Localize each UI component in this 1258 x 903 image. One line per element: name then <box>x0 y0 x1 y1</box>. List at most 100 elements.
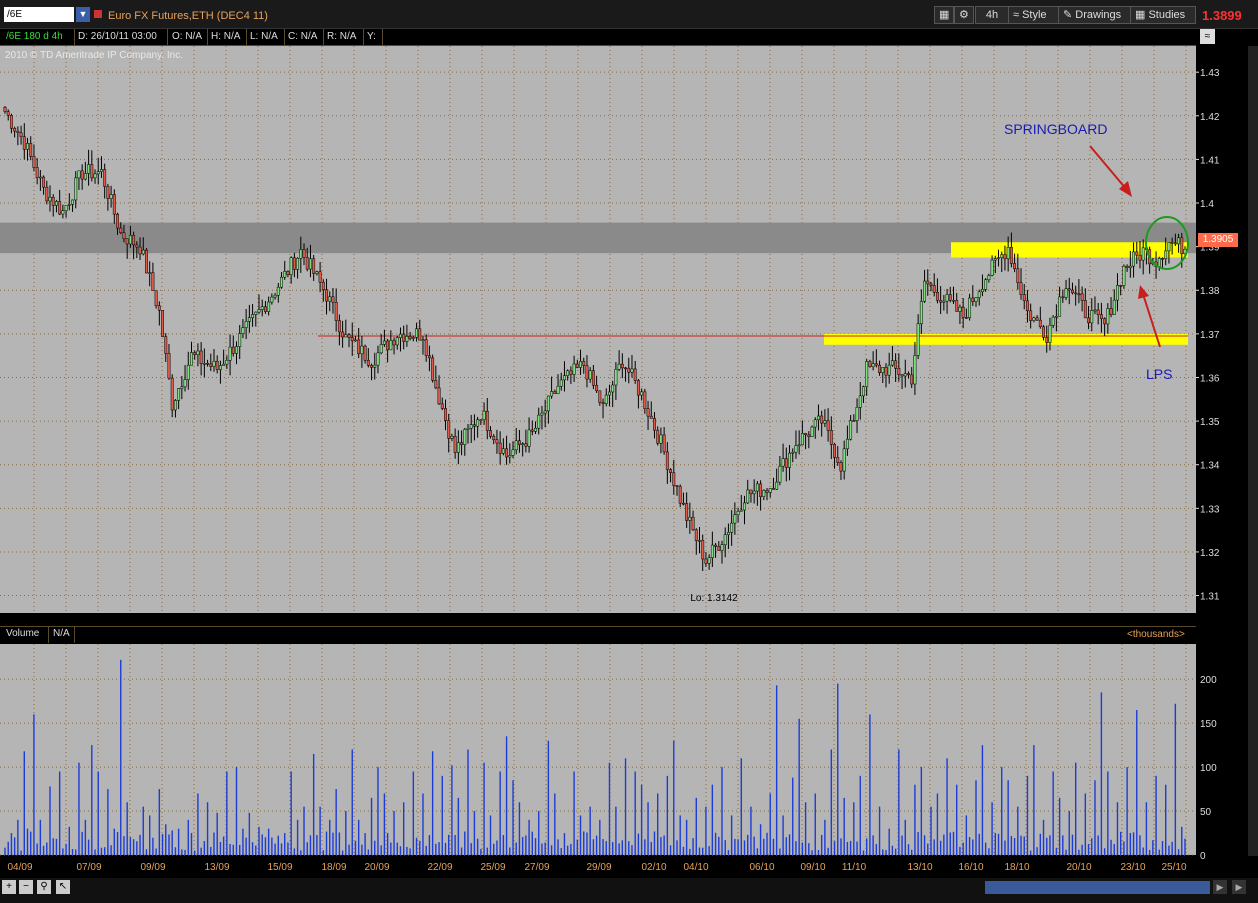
zoom-out-icon[interactable]: − <box>19 880 33 894</box>
candle-up <box>572 363 576 375</box>
candle-up <box>736 511 740 515</box>
candle-down <box>1009 247 1013 264</box>
candle-up <box>202 363 206 365</box>
candle-down <box>971 297 975 302</box>
candle-up <box>746 489 750 504</box>
candle-down <box>337 320 341 333</box>
candle-down <box>58 201 62 215</box>
time-tick-label: 16/10 <box>958 862 983 873</box>
candle-up <box>354 339 357 342</box>
candle-down <box>836 457 840 463</box>
candle-up <box>775 481 779 490</box>
candle-down <box>591 370 595 386</box>
candle-down <box>437 387 441 405</box>
candle-up <box>800 433 804 446</box>
candle-up <box>38 176 42 179</box>
candle-down <box>431 357 435 381</box>
candle-up <box>257 309 261 313</box>
candle-down <box>643 391 647 409</box>
candle-up <box>604 394 608 404</box>
candle-up <box>537 414 541 429</box>
candle-up <box>67 204 71 206</box>
candle-down <box>231 346 235 354</box>
candle-down <box>90 164 94 179</box>
candle-up <box>733 514 737 524</box>
candle-down <box>929 283 933 286</box>
candle-up <box>482 410 486 420</box>
candle-up <box>913 355 917 385</box>
candle-down <box>199 350 203 364</box>
candle-up <box>1128 265 1132 269</box>
candle-down <box>472 424 476 427</box>
candle-up <box>450 435 454 439</box>
candle-up <box>1090 310 1094 324</box>
scroll-right-icon[interactable]: ▶ <box>1213 880 1227 894</box>
candle-up <box>254 311 258 315</box>
candle-up <box>48 196 52 202</box>
price-tick-label: 1.35 <box>1200 417 1220 428</box>
candle-down <box>907 373 910 376</box>
candle-up <box>890 360 894 366</box>
candle-down <box>305 257 309 270</box>
current-price-tag: 1.3905 <box>1198 233 1238 247</box>
scrollbar-thumb[interactable] <box>985 881 1210 894</box>
time-tick-label: 15/09 <box>267 862 292 873</box>
candle-up <box>376 352 380 366</box>
support-zone-upper <box>951 242 1188 258</box>
candle-down <box>444 408 447 421</box>
candle-down <box>13 128 17 132</box>
magnifier-icon[interactable]: ⚲ <box>37 880 51 894</box>
scroll-end-icon[interactable]: ▶ <box>1232 880 1246 894</box>
candle-down <box>1042 326 1045 338</box>
candle-down <box>1161 258 1164 260</box>
candle-down <box>1071 289 1074 294</box>
candle-down <box>29 143 33 157</box>
candle-down <box>595 384 599 392</box>
candle-down <box>704 558 708 564</box>
candle-down <box>804 433 808 436</box>
candle-down <box>151 272 155 292</box>
candle-down <box>681 502 685 505</box>
candle-down <box>292 257 296 270</box>
candle-up <box>768 488 772 493</box>
candle-up <box>308 258 312 270</box>
candle-up <box>698 540 701 542</box>
candle-down <box>495 439 499 444</box>
price-tick-label: 1.33 <box>1200 504 1220 515</box>
candle-down <box>926 280 930 285</box>
springboard-arrow <box>1089 145 1128 191</box>
candle-down <box>347 334 351 338</box>
candle-up <box>726 532 730 536</box>
candle-up <box>87 164 91 174</box>
candle-up <box>251 314 255 318</box>
candle-up <box>238 333 242 347</box>
candle-up <box>608 391 611 396</box>
volume-tick-label: 0 <box>1200 851 1206 862</box>
time-tick-label: 06/10 <box>749 862 774 873</box>
candle-up <box>212 360 216 367</box>
candle-up <box>614 369 618 386</box>
candle-up <box>521 443 525 445</box>
cursor-icon[interactable]: ↖ <box>56 880 70 894</box>
candle-down <box>910 374 914 385</box>
candle-down <box>665 451 669 470</box>
time-tick-label: 20/09 <box>364 862 389 873</box>
candle-up <box>379 344 383 354</box>
candle-down <box>1016 268 1020 283</box>
candle-down <box>440 403 444 409</box>
candle-down <box>1067 288 1071 291</box>
candle-down <box>325 289 328 302</box>
candle-down <box>1022 294 1026 302</box>
candle-down <box>669 469 673 473</box>
candle-up <box>476 419 480 427</box>
candle-down <box>627 367 631 373</box>
candle-up <box>382 340 386 345</box>
candle-up <box>315 271 319 274</box>
zoom-in-icon[interactable]: + <box>2 880 16 894</box>
candle-down <box>955 300 959 312</box>
candle-down <box>662 434 666 453</box>
candle-down <box>479 419 483 421</box>
candle-down <box>656 429 660 444</box>
candle-down <box>334 301 338 321</box>
candle-up <box>707 557 711 564</box>
